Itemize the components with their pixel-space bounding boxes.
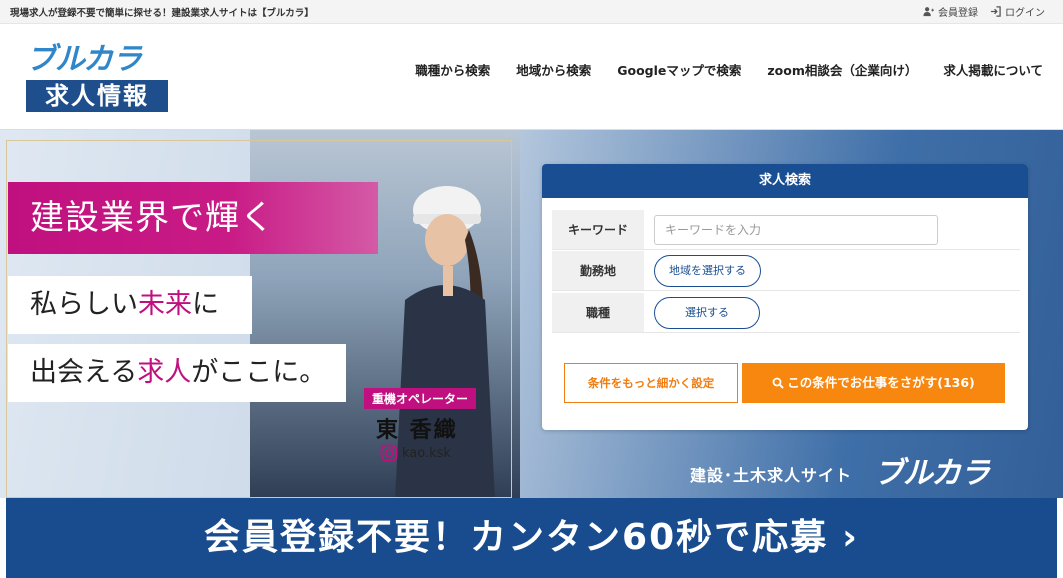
chevron-right-icon: › <box>842 517 859 558</box>
operator-role-badge: 重機オペレーター <box>364 388 477 409</box>
area-value-cell: 地域を選択する <box>644 254 761 287</box>
hero-slogan-2: 私らしい未来に <box>8 276 252 334</box>
keyword-row: キーワード <box>552 210 1020 250</box>
select-job-type-button[interactable]: 選択する <box>654 296 760 329</box>
search-panel-title: 求人検索 <box>542 164 1028 198</box>
job-type-label: 職種 <box>552 293 644 332</box>
search-jobs-button[interactable]: この条件でお仕事をさがす(136) <box>742 363 1005 403</box>
site-caption: 建設･土木求人サイト <box>690 466 853 485</box>
operator-name: 東 香織 <box>376 417 458 443</box>
keyword-label: キーワード <box>552 210 644 249</box>
job-type-value-cell: 選択する <box>644 296 760 329</box>
hero-site-logo: ブルカラ <box>874 456 990 491</box>
select-area-button[interactable]: 地域を選択する <box>654 254 761 287</box>
slogan3-part-c: がここに。 <box>191 357 327 388</box>
slogan2-highlight: 未来 <box>138 289 192 320</box>
slogan3-part-a: 出会える <box>30 357 138 388</box>
nav-item-zoom[interactable]: zoom相談会（企業向け） <box>767 60 917 79</box>
area-label: 勤務地 <box>552 251 644 290</box>
sign-in-icon <box>990 6 1001 17</box>
main-nav: 職種から検索 地域から検索 Googleマップで検索 zoom相談会（企業向け）… <box>415 60 1043 79</box>
slogan2-part-c: に <box>192 289 219 320</box>
logo-subtitle: 求人情報 <box>26 80 168 112</box>
area-row: 勤務地 地域を選択する <box>552 251 1020 291</box>
account-links: 会員登録 ログイン <box>923 4 1045 19</box>
site-logo[interactable]: ブルカラ 求人情報 <box>26 42 168 114</box>
quick-apply-banner[interactable]: 会員登録不要！カンタン60秒で応募 › <box>6 498 1057 578</box>
nav-item-job-type[interactable]: 職種から検索 <box>415 60 490 79</box>
search-jobs-label: この条件でお仕事をさがす(136) <box>787 375 975 390</box>
keyword-value-cell <box>644 214 938 245</box>
search-icon <box>772 377 784 389</box>
slogan3-highlight: 求人 <box>137 357 192 388</box>
logo-brand: ブルカラ <box>26 42 142 77</box>
hero-slogan-3: 出会える求人がここに。 <box>8 344 346 402</box>
keyword-input[interactable] <box>654 214 938 245</box>
job-type-row: 職種 選択する <box>552 293 1020 333</box>
nav-item-area[interactable]: 地域から検索 <box>516 60 591 79</box>
register-label: 会員登録 <box>938 8 978 19</box>
instagram-handle: kao.ksk <box>402 445 451 461</box>
operator-instagram: kao.ksk <box>380 444 451 462</box>
job-search-panel: 求人検索 キーワード 勤務地 地域を選択する 職種 選択する 条件をもっと細かく… <box>542 164 1028 430</box>
quick-apply-text: 会員登録不要！カンタン60秒で応募 <box>204 517 829 558</box>
login-label: ログイン <box>1005 8 1045 19</box>
register-link[interactable]: 会員登録 <box>923 4 978 19</box>
nav-item-posting[interactable]: 求人掲載について <box>943 60 1043 79</box>
instagram-icon <box>380 444 398 462</box>
site-header: ブルカラ 求人情報 職種から検索 地域から検索 Googleマップで検索 zoo… <box>0 24 1063 130</box>
site-tagline: 現場求人が登録不要で簡単に探せる！建設業求人サイトは【ブルカラ】 <box>10 8 314 19</box>
top-bar: 現場求人が登録不要で簡単に探せる！建設業求人サイトは【ブルカラ】 会員登録 ログ… <box>0 0 1063 24</box>
slogan2-part-a: 私らしい <box>30 289 138 320</box>
login-link[interactable]: ログイン <box>990 4 1045 19</box>
nav-item-google-map[interactable]: Googleマップで検索 <box>617 60 741 79</box>
advanced-conditions-button[interactable]: 条件をもっと細かく設定 <box>564 363 738 403</box>
user-plus-icon <box>923 7 934 17</box>
hero-slogan-1: 建設業界で輝く <box>8 182 378 254</box>
